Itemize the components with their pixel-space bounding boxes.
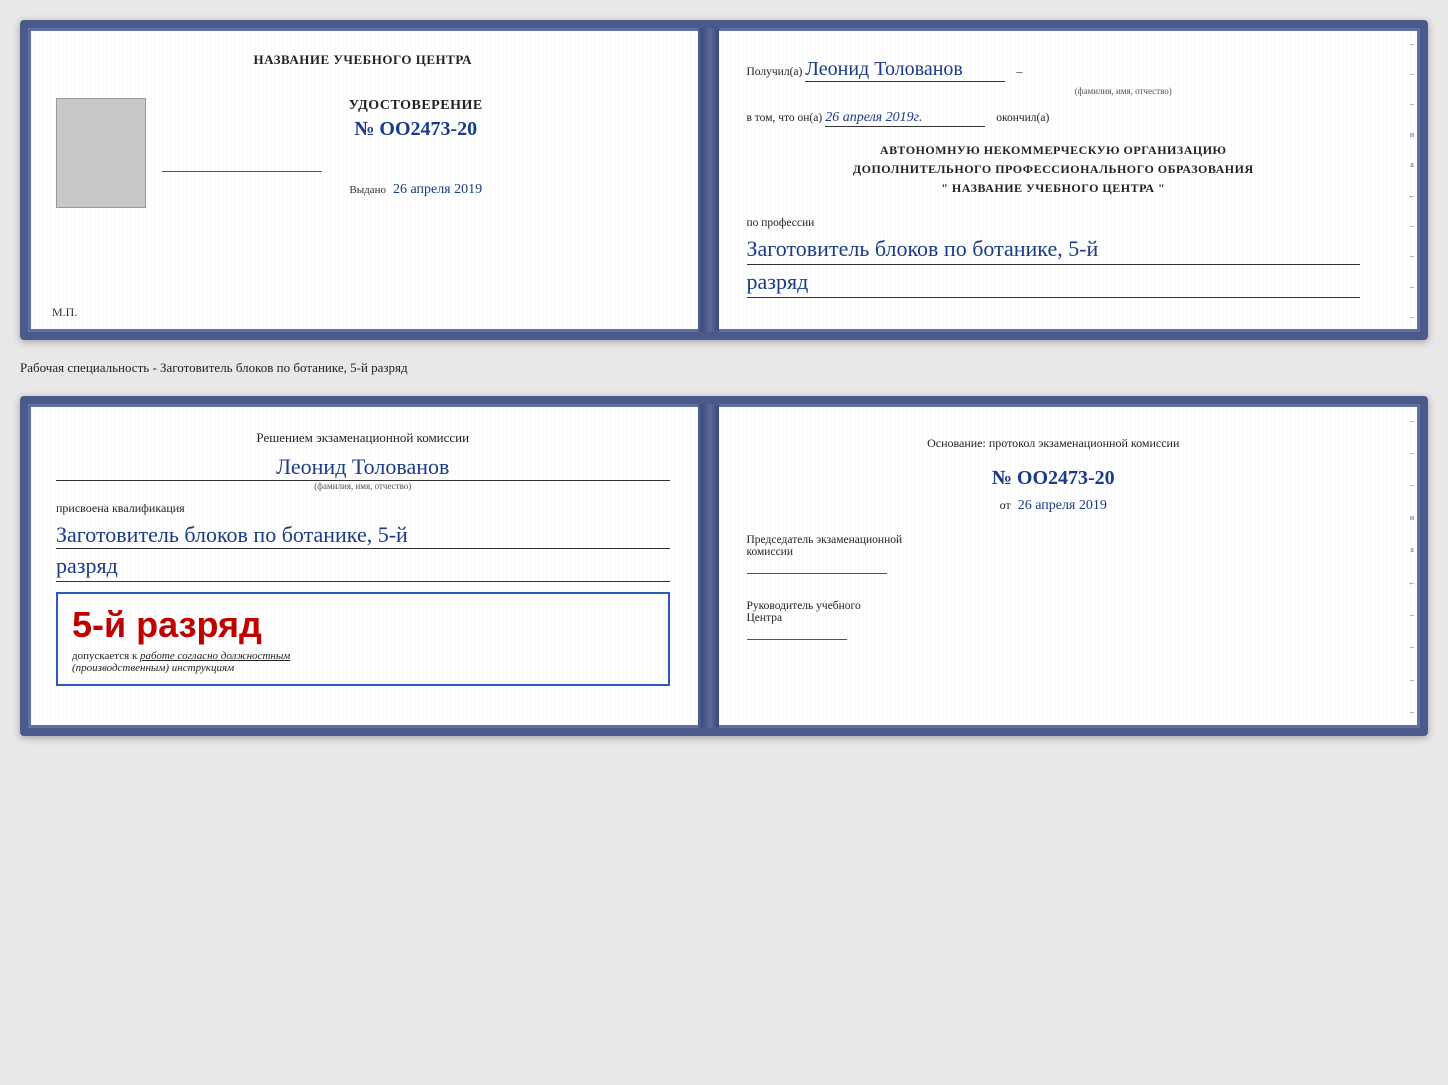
- page-wrapper: НАЗВАНИЕ УЧЕБНОГО ЦЕНТРА УДОСТОВЕРЕНИЕ №…: [20, 20, 1428, 736]
- received-prefix-1: Получил(а): [747, 66, 803, 78]
- org-line1-1: АВТОНОМНУЮ НЕКОММЕРЧЕСКУЮ ОРГАНИЗАЦИЮ: [747, 141, 1361, 160]
- certified-prefix-1: в том, что он(а): [747, 112, 823, 124]
- fio-label-2: (фамилия, имя, отчество): [56, 481, 670, 491]
- protocol-number-2: № OO2473-20: [747, 467, 1361, 490]
- profession-grade-1: разряд: [747, 269, 809, 294]
- director-label-2: Руководитель учебного: [747, 600, 1361, 612]
- issued-label-1: Выдано: [349, 184, 386, 196]
- doc2-left: Решением экзаменационной комиссии Леонид…: [28, 404, 701, 728]
- from-label-2: от: [1000, 498, 1011, 512]
- spine-1: [701, 28, 719, 332]
- profession-name-1: Заготовитель блоков по ботанике, 5-й: [747, 236, 1099, 261]
- org-line2-1: ДОПОЛНИТЕЛЬНОГО ПРОФЕССИОНАЛЬНОГО ОБРАЗО…: [747, 160, 1361, 179]
- doc1-left: НАЗВАНИЕ УЧЕБНОГО ЦЕНТРА УДОСТОВЕРЕНИЕ №…: [28, 28, 701, 332]
- chairman-label-2: Председатель экзаменационной: [747, 534, 1361, 546]
- cert-number-1: № OO2473-20: [162, 118, 670, 141]
- org-line3-1: " НАЗВАНИЕ УЧЕБНОГО ЦЕНТРА ": [747, 179, 1361, 198]
- document-card-1: НАЗВАНИЕ УЧЕБНОГО ЦЕНТРА УДОСТОВЕРЕНИЕ №…: [20, 20, 1428, 340]
- training-center-label-1: НАЗВАНИЕ УЧЕБНОГО ЦЕНТРА: [56, 52, 670, 68]
- doc2-right: Основание: протокол экзаменационной коми…: [719, 404, 1421, 728]
- between-docs-label: Рабочая специальность - Заготовитель бло…: [20, 356, 1428, 380]
- chairman-label2-2: комиссии: [747, 546, 1361, 558]
- qualification-grade-2: разряд: [56, 553, 118, 578]
- recipient-name-1: Леонид Толованов: [805, 58, 963, 80]
- allowed-text-2: работе согласно должностным: [140, 650, 290, 662]
- certificate-label-1: УДОСТОВЕРЕНИЕ: [162, 98, 670, 114]
- director-label2-2: Центра: [747, 612, 1361, 624]
- certified-date-1: 26 апреля 2019г.: [825, 110, 922, 125]
- fio-label-1: (фамилия, имя, отчество): [887, 86, 1361, 96]
- recipient-name-2: Леонид Толованов: [276, 454, 449, 479]
- completed-label-1: окончил(а): [996, 112, 1049, 124]
- profession-label-1: по профессии: [747, 217, 815, 229]
- director-signature-2: [747, 639, 847, 640]
- grade-badge-2: 5-й разряд: [72, 604, 654, 646]
- spine-2: [701, 404, 719, 728]
- allowed-prefix-2: допускается к: [72, 650, 137, 662]
- doc1-right: Получил(а) Леонид Толованов – (фамилия, …: [719, 28, 1421, 332]
- mp-label-1: М.П.: [52, 305, 77, 320]
- basis-label-2: Основание: протокол экзаменационной коми…: [927, 436, 1179, 450]
- commission-prefix-2: Решением экзаменационной комиссии: [56, 428, 670, 448]
- from-date-2: 26 апреля 2019: [1018, 498, 1107, 513]
- allowed-text2-2: (производственным) инструкциям: [72, 662, 654, 674]
- chairman-signature-2: [747, 573, 887, 574]
- document-card-2: Решением экзаменационной комиссии Леонид…: [20, 396, 1428, 736]
- photo-placeholder-1: [56, 98, 146, 208]
- qualification-name-2: Заготовитель блоков по ботанике, 5-й: [56, 522, 408, 547]
- issued-date-1: 26 апреля 2019: [393, 182, 482, 197]
- qualification-label-2: присвоена квалификация: [56, 501, 670, 516]
